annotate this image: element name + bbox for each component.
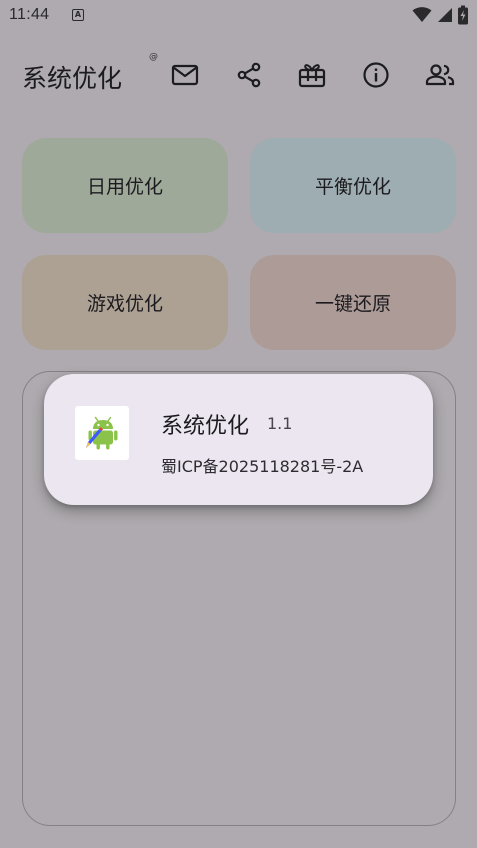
gift-icon bbox=[298, 64, 326, 88]
tile-label: 日用优化 bbox=[86, 176, 163, 198]
tile-daily-optimize[interactable]: 日用优化 bbox=[22, 138, 228, 233]
group-icon bbox=[425, 64, 455, 86]
notification-a-icon: A bbox=[72, 9, 84, 21]
tile-label: 一键还原 bbox=[314, 293, 391, 315]
mail-icon bbox=[171, 64, 199, 86]
tile-restore[interactable]: 一键还原 bbox=[250, 255, 456, 350]
title-at-mark: @ bbox=[149, 52, 158, 62]
dialog-icp-number: 蜀ICP备2025118281号-2A bbox=[161, 457, 364, 476]
wifi-icon bbox=[412, 7, 432, 22]
dialog-app-version: 1.1 bbox=[267, 414, 293, 433]
about-dialog[interactable]: 系统优化 1.1 蜀ICP备2025118281号-2A bbox=[44, 374, 433, 505]
tile-game-optimize[interactable]: 游戏优化 bbox=[22, 255, 228, 350]
dialog-app-name: 系统优化 bbox=[161, 414, 250, 439]
app-icon bbox=[75, 406, 129, 460]
info-button[interactable] bbox=[361, 60, 391, 90]
android-icon bbox=[86, 416, 118, 450]
share-icon bbox=[237, 62, 261, 88]
info-icon bbox=[363, 62, 389, 88]
status-icons bbox=[412, 5, 469, 25]
battery-icon bbox=[458, 5, 468, 25]
share-button[interactable] bbox=[234, 60, 264, 90]
tile-balanced-optimize[interactable]: 平衡优化 bbox=[250, 138, 456, 233]
status-bar: 11:44 A bbox=[0, 0, 477, 32]
page-title: 系统优化 bbox=[22, 64, 123, 93]
app-bar: 系统优化 @ bbox=[0, 48, 477, 104]
contacts-button[interactable] bbox=[425, 60, 455, 90]
tile-label: 游戏优化 bbox=[86, 293, 163, 315]
status-time: 11:44 bbox=[9, 6, 50, 23]
gift-button[interactable] bbox=[297, 60, 327, 90]
signal-icon bbox=[438, 8, 452, 22]
tile-label: 平衡优化 bbox=[314, 176, 391, 198]
mail-button[interactable] bbox=[170, 60, 200, 90]
